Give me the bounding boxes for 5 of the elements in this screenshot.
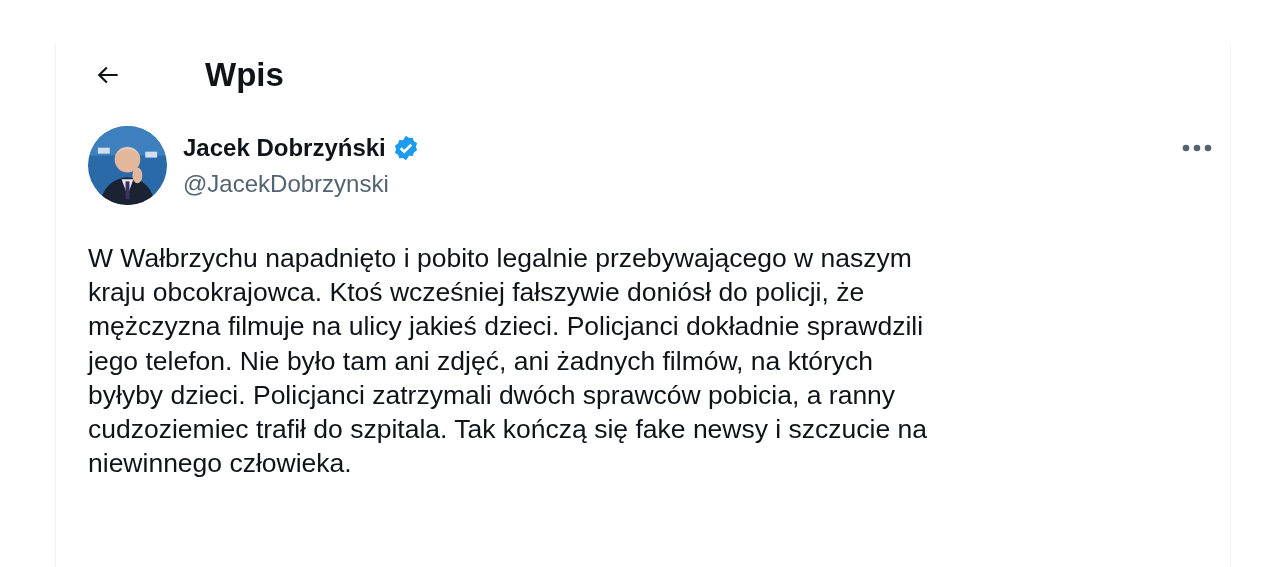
- more-icon[interactable]: [1182, 143, 1212, 152]
- author-name[interactable]: Jacek Dobrzyński: [183, 133, 386, 162]
- page-title: Wpis: [205, 56, 284, 94]
- post-text: W Wałbrzychu napadnięto i pobito legalnie przebywającego w naszym kraju obcokrajowca. Ktoś wcześniej fałszywie doniósł do policji, że mężczyzna filmuje na ulicy jakieś dzieci. Policjanci dokładnie sprawdzili jego telefon. Nie było tam ani zdjęć, ani żadnych filmów, na których byłyby dzieci. Policjanci zatrzymali dwóch sprawców pobicia, a ranny cudzoziemiec trafił do szpitala. Tak kończą się fake newsy i szczucie na niewinnego człowieka.: [88, 242, 929, 481]
- author-handle[interactable]: @JacekDobrzynski: [183, 169, 1182, 198]
